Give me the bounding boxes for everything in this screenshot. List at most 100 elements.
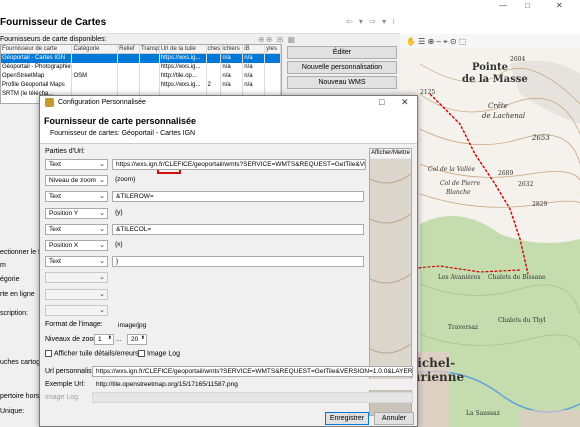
left-label: scription:	[0, 310, 29, 317]
example-url-field[interactable]: http://tile.openstreetmap.org/15/17165/1…	[92, 379, 413, 390]
part-type-select[interactable]: Position Y ⌄	[45, 207, 108, 219]
part-type-select[interactable]: Text ⌄	[45, 256, 108, 268]
minimize-button[interactable]: —	[499, 1, 507, 10]
table-cell: https://wxs.ig...	[160, 81, 207, 90]
checkbox-icon[interactable]	[138, 350, 145, 357]
column-header[interactable]: Fournisseur de carte	[1, 45, 73, 53]
save-button[interactable]: Enregistrer	[325, 412, 369, 425]
table-cell: n/a	[243, 54, 266, 63]
part-type-label: Position X	[49, 242, 79, 249]
column-header[interactable]: Relief	[118, 45, 140, 53]
image-format-value: image/jpg	[118, 322, 147, 329]
table-cell: n/a	[243, 81, 266, 90]
chevron-down-icon[interactable]: ⌄	[99, 257, 105, 266]
edit-button[interactable]: Éditer	[287, 46, 397, 59]
part-value-field[interactable]: &TILECOL=	[112, 223, 364, 235]
custom-config-dialog: Configuration Personnalisée □ ✕ Fourniss…	[39, 95, 418, 427]
map-view[interactable]: ✋ ☰ ⊕ – ⌖ ⊙ ⬚ Pointe de la Masse 2604 26…	[400, 34, 580, 427]
table-cell: Géoportail - Photographies...	[2, 63, 73, 72]
chevron-down-icon[interactable]: ⌄	[99, 209, 105, 218]
column-header[interactable]: Url de la tuile	[160, 45, 207, 53]
image-log-field	[92, 392, 413, 403]
preview-button[interactable]: Afficher/Mettre	[370, 149, 411, 158]
dialog-maximize-button[interactable]: □	[379, 97, 384, 107]
table-row[interactable]: Géoportail - Cartes IGN https://wxs.ig...…	[1, 54, 281, 63]
part-type-select[interactable]: Text ⌄	[45, 223, 108, 235]
column-header[interactable]: Transp.	[140, 45, 160, 53]
chevron-down-icon[interactable]: ⌄	[99, 273, 105, 282]
zoom-max-spinner[interactable]: 20 ⬍	[127, 334, 147, 345]
map-label: Pointe	[472, 62, 508, 73]
custom-url-field[interactable]: https://wxs.ign.fr/CLEFICE/geoportail/wm…	[92, 366, 413, 377]
chevron-down-icon[interactable]: ⌄	[99, 192, 105, 201]
map-label: de la Masse	[462, 74, 528, 85]
show-details-checkbox[interactable]: Afficher tuile détails/erreurs	[45, 350, 139, 357]
table-cell	[207, 63, 222, 72]
left-label: Unique:	[0, 408, 25, 415]
table-cell	[265, 63, 281, 72]
column-header[interactable]: ytes	[265, 45, 281, 53]
chevron-down-icon[interactable]: ⌄	[99, 306, 105, 315]
table-row[interactable]: Profile Géoportail Maps https://wxs.ig...…	[1, 81, 281, 90]
new-custom-button[interactable]: Nouvelle personnalisation	[287, 61, 397, 74]
table-cell: n/a	[243, 63, 266, 72]
dialog-banner: Fournisseur de carte personnalisée Fourn…	[40, 110, 417, 144]
table-cell	[207, 54, 222, 63]
map-label: Traversaz	[448, 324, 479, 331]
table-toolbar-icons[interactable]: ⊕⊕ ⊞ ▦	[258, 35, 296, 44]
close-button[interactable]: ✕	[556, 1, 563, 10]
chevron-down-icon[interactable]: ⌄	[99, 225, 105, 234]
chevron-down-icon[interactable]: ⌄	[99, 160, 105, 169]
table-cell: OpenStreetMap	[1, 72, 73, 81]
part-value-field[interactable]: https://wxs.ign.fr/CLEFICE/geoportail/wm…	[112, 159, 366, 170]
table-cell	[265, 72, 281, 81]
column-header[interactable]: ches	[207, 45, 222, 53]
table-cell: n/a	[243, 72, 266, 81]
history-nav-arrows[interactable]: ⇦ ▾ ⇨ ▾ ⁝	[346, 17, 397, 26]
table-header[interactable]: Fournisseur de carte Catégorie Relief Trans…	[1, 45, 281, 54]
table-row[interactable]: OpenStreetMap OSM http://tile.op... n/a n/a	[1, 72, 281, 81]
cancel-button[interactable]: Annuler	[374, 412, 414, 425]
part-type-select[interactable]: Text ⌄	[45, 191, 108, 203]
map-label: Col de la Vallée	[428, 166, 476, 173]
dialog-title: Configuration Personnalisée	[58, 99, 146, 106]
image-format-label: Format de l'image:	[45, 321, 103, 328]
image-log-checkbox[interactable]: Image Log	[138, 350, 180, 357]
table-row[interactable]: Géoportail - Photographies... https://wxs…	[1, 63, 281, 72]
map-label: 2653	[532, 134, 550, 142]
map-label: Blanche	[446, 189, 471, 196]
url-parts-label: Parties d'Url:	[45, 148, 85, 155]
zoom-min-spinner[interactable]: 1 ⬍	[94, 334, 114, 345]
dialog-titlebar: Configuration Personnalisée □ ✕	[40, 96, 417, 110]
providers-label: Fournisseurs de carte disponibles:	[0, 36, 107, 43]
chevron-down-icon[interactable]: ⌄	[99, 176, 105, 185]
map-label: Col de Pierre	[440, 180, 481, 187]
part-type-select[interactable]: Position X ⌄	[45, 240, 108, 251]
part-type-select[interactable]: Niveau de zoom ⌄	[45, 175, 108, 187]
table-cell: n/a	[221, 63, 244, 72]
column-header[interactable]: iB	[243, 45, 266, 53]
dialog-heading: Fournisseur de carte personnalisée	[44, 116, 197, 126]
preferences-header: Fournisseur de Cartes ⇦ ▾ ⇨ ▾ ⁝	[0, 12, 400, 34]
part-type-select[interactable]: ⌄	[45, 288, 108, 300]
column-header[interactable]: ichiers	[221, 45, 244, 53]
part-placeholder: {zoom}	[115, 176, 136, 184]
new-wms-button[interactable]: Nouveau WMS	[287, 76, 397, 89]
chevron-down-icon[interactable]: ⌄	[99, 290, 105, 299]
table-cell	[140, 81, 160, 90]
part-value-field[interactable]: }	[112, 256, 364, 268]
zoom-levels-label: Niveaux de zoom:	[45, 336, 102, 343]
checkbox-icon[interactable]	[45, 350, 52, 357]
table-cell: n/a	[221, 81, 244, 90]
example-url-label: Exemple Url:	[45, 381, 86, 388]
part-type-select[interactable]: ⌄	[45, 272, 108, 284]
map-label: Les Avanières	[438, 274, 481, 281]
part-type-select[interactable]: ⌄	[45, 304, 108, 316]
map-label: Chalets de Bissane	[488, 274, 546, 281]
dialog-close-button[interactable]: ✕	[401, 97, 409, 108]
column-header[interactable]: Catégorie	[72, 45, 119, 53]
part-value-field[interactable]: &TILEROW=	[112, 191, 364, 203]
part-type-select[interactable]: Text ⌄	[45, 159, 108, 170]
maximize-button[interactable]: □	[525, 1, 530, 10]
chevron-down-icon[interactable]: ⌄	[99, 241, 105, 250]
